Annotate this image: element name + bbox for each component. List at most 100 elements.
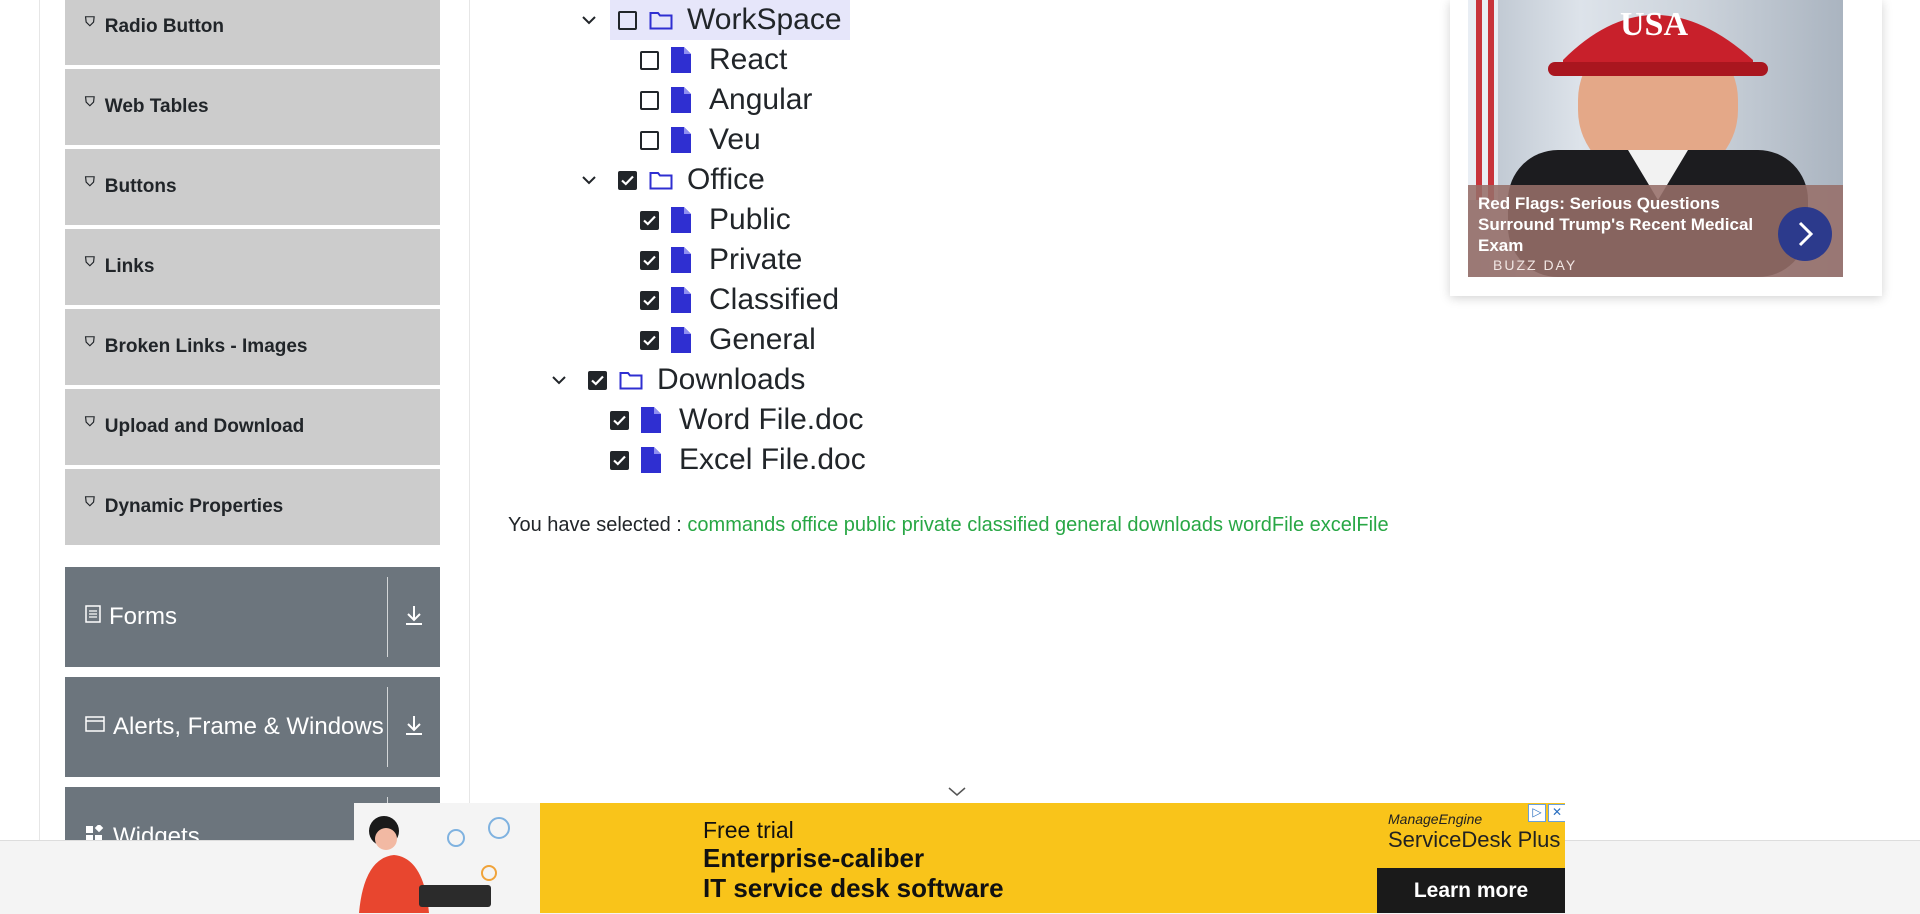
checkbox[interactable] [610,410,629,430]
tree-label: WorkSpace [687,3,842,36]
sidebar-item-label: Dynamic Properties [104,496,284,517]
sidebar-item-label: Upload and Download [104,416,305,437]
checkbox[interactable] [618,10,637,30]
checkbox[interactable] [618,170,637,190]
tree-label: Classified [709,283,840,316]
selected-item: classified [967,514,1050,536]
selected-items: commands office public private classifie… [687,514,1388,536]
file-icon [671,247,695,273]
download-arrow-icon[interactable] [388,714,440,741]
chevron-right-icon[interactable] [1778,207,1832,261]
tree-label: Word File.doc [679,403,864,436]
file-icon [671,87,695,113]
chevron-down-icon[interactable] [548,360,570,400]
download-arrow-icon[interactable] [388,604,440,631]
checkbox[interactable] [640,90,659,110]
selected-item: downloads [1127,514,1223,536]
selected-result: You have selected : commands office publ… [508,514,1389,537]
tree-node-office[interactable]: Office [578,160,765,200]
file-icon [671,47,695,73]
file-icon [671,207,695,233]
chevron-down-icon[interactable] [578,160,600,200]
tree-node-classified[interactable]: Classified [640,280,839,320]
group-label: Alerts, Frame & Windows [113,713,384,740]
checkbox[interactable] [640,210,659,230]
learn-more-button[interactable]: Learn more [1377,868,1565,913]
sidebar-item-dynamic-properties[interactable]: ⛉ Dynamic Properties [65,469,440,547]
checkbox[interactable] [640,50,659,70]
file-icon [641,447,665,473]
sidebar-item-label: Buttons [104,176,177,197]
folder-icon [649,7,673,33]
form-icon [85,605,101,629]
tree-node-private[interactable]: Private [640,240,802,280]
bottom-ad-banner[interactable]: Free trial Enterprise-caliber IT service… [354,803,1565,913]
sidebar-item-broken-links[interactable]: ⛉ Broken Links - Images [65,309,440,387]
content-divider [469,0,470,840]
tree-node-highlight: WorkSpace [610,0,850,40]
sidebar-item-radio-button[interactable]: ⛉ Radio Button [65,0,440,67]
tree-node-word-file[interactable]: Word File.doc [610,400,864,440]
chevron-down-icon[interactable] [948,784,966,802]
sidebar-item-label: Web Tables [104,96,209,117]
ad-illustration [354,803,540,913]
group-label: Forms [109,603,177,630]
window-icon [85,715,105,739]
tree-node-public[interactable]: Public [640,200,791,240]
checkbox[interactable] [640,250,659,270]
folder-icon [649,167,673,193]
tree-node-downloads[interactable]: Downloads [548,360,805,400]
close-icon[interactable]: ✕ [1548,804,1565,822]
file-icon [671,287,695,313]
ad-title[interactable]: Red Flags: Serious Questions Surround Tr… [1478,193,1778,256]
sidebar-item-upload-download[interactable]: ⛉ Upload and Download [65,389,440,467]
chevron-down-icon[interactable] [578,0,600,40]
tree-node-react[interactable]: React [640,40,787,80]
ad-brand-product: ServiceDesk Plus [1388,827,1561,852]
selected-item: office [790,514,839,536]
tree-label: General [709,323,816,356]
tree-node-angular[interactable]: Angular [640,80,812,120]
tree-node-workspace[interactable]: WorkSpace [578,0,850,40]
selected-item: private [901,514,962,536]
html5-icon: ⛉ [85,414,95,429]
checkbox[interactable] [640,130,659,150]
tree-node-veu[interactable]: Veu [640,120,761,160]
checkbox[interactable] [640,330,659,350]
sidebar-item-web-tables[interactable]: ⛉ Web Tables [65,69,440,147]
html5-icon: ⛉ [85,94,95,109]
tree-node-general[interactable]: General [640,320,816,360]
ad-source: BUZZ DAY [1493,257,1578,273]
tree-label: Veu [709,123,761,156]
ad-card[interactable]: USA Red Flags: Serious Questions Surroun… [1450,0,1882,296]
sidebar-item-label: Broken Links - Images [104,336,308,357]
checkbox[interactable] [588,370,607,390]
ad-controls: ▷ ✕ [1528,804,1565,822]
tree-label: Angular [709,83,813,116]
tree-label: Excel File.doc [679,443,866,476]
sidebar-item-label: Radio Button [104,16,225,37]
ad-caption: Red Flags: Serious Questions Surround Tr… [1468,185,1843,277]
tree-label: Public [709,203,791,236]
ad-headline-2: IT service desk software [703,873,1004,903]
separator [387,577,388,657]
html5-icon: ⛉ [85,334,95,349]
selected-item: public [843,514,897,536]
html5-icon: ⛉ [85,174,95,189]
selected-item: general [1055,514,1122,536]
ad-info-icon[interactable]: ▷ [1528,804,1546,822]
checkbox[interactable] [640,290,659,310]
tree-label: React [709,43,788,76]
group-header-alerts[interactable]: Alerts, Frame & Windows [65,677,440,777]
file-icon [671,127,695,153]
ad-headline-1: Enterprise-caliber [703,843,925,873]
checkbox[interactable] [610,450,629,470]
folder-icon [619,367,643,393]
tree-label: Downloads [657,363,806,396]
selected-item: wordFile [1228,514,1305,536]
cap-text: USA [1620,6,1689,43]
sidebar-item-buttons[interactable]: ⛉ Buttons [65,149,440,227]
group-header-forms[interactable]: Forms [65,567,440,667]
tree-node-excel-file[interactable]: Excel File.doc [610,440,866,480]
sidebar-item-links[interactable]: ⛉ Links [65,229,440,307]
